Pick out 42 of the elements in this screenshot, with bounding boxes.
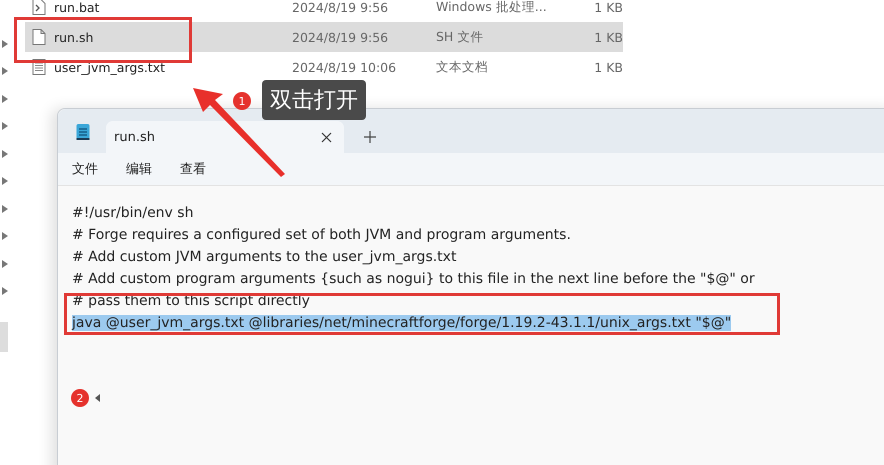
- file-date: 2024/8/19 9:56: [292, 0, 390, 14]
- file-type: Windows 批处理...: [436, 0, 548, 16]
- code-line: #!/usr/bin/env sh: [72, 205, 194, 221]
- sidebar-selection: [0, 322, 8, 352]
- file-type: SH 文件: [436, 28, 484, 46]
- new-tab-icon[interactable]: [364, 131, 376, 143]
- chevron-icon[interactable]: [2, 287, 8, 295]
- chevron-icon[interactable]: [2, 260, 8, 268]
- menu-item[interactable]: 编辑: [126, 160, 152, 178]
- file-icon: [32, 29, 46, 45]
- chevron-icon[interactable]: [2, 67, 8, 75]
- code-line: # Forge requires a configured set of both JVM and program arguments.: [72, 227, 571, 243]
- document-tab[interactable]: run.sh: [106, 121, 344, 153]
- chevron-icon[interactable]: [2, 95, 8, 103]
- menu-item[interactable]: 查看: [180, 160, 206, 178]
- chevron-icon[interactable]: [2, 232, 8, 240]
- chevron-icon[interactable]: [2, 40, 8, 48]
- file-size: 1 KB: [593, 60, 623, 74]
- chevron-icon[interactable]: [2, 205, 8, 213]
- tab-title: run.sh: [114, 130, 155, 144]
- file-row[interactable]: user_jvm_args.txt 2024/8/19 10:06 文本文档 1 KB: [25, 52, 623, 82]
- file-date: 2024/8/19 9:56: [292, 30, 390, 44]
- step-badge: 1: [233, 92, 251, 110]
- file-size: 1 KB: [593, 30, 623, 44]
- file-size: 1 KB: [593, 0, 623, 14]
- file-name: user_jvm_args.txt: [54, 60, 166, 74]
- code-line: # Add custom JVM arguments to the user_jvm_args.txt: [72, 249, 456, 265]
- instruction-tooltip: 双击打开: [262, 80, 366, 120]
- chevron-icon[interactable]: [2, 177, 8, 185]
- file-row[interactable]: run.sh 2024/8/19 9:56 SH 文件 1 KB: [25, 22, 623, 52]
- pointer-icon: [95, 394, 100, 402]
- notepad-icon: [76, 123, 90, 141]
- file-row[interactable]: run.bat 2024/8/19 9:56 Windows 批处理... 1 KB: [25, 0, 623, 22]
- menu-item[interactable]: 文件: [72, 160, 98, 178]
- file-type: 文本文档: [436, 58, 489, 76]
- close-icon[interactable]: [321, 132, 332, 142]
- file-name: run.sh: [54, 30, 94, 44]
- chevron-icon[interactable]: [2, 150, 8, 158]
- file-date: 2024/8/19 10:06: [292, 60, 398, 74]
- chevron-icon[interactable]: [2, 122, 8, 130]
- code-line: # Add custom program arguments {such as nogui} to this file in the next line before the "$@" or: [72, 271, 755, 287]
- file-name: run.bat: [54, 0, 100, 14]
